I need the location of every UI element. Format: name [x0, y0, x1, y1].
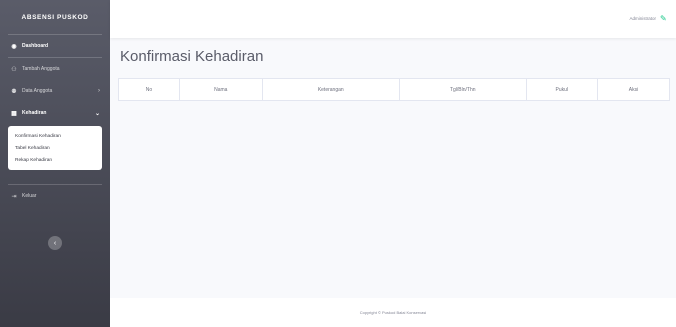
- chevron-down-icon: ⌄: [94, 110, 100, 117]
- footer-copyright: Copyright © Puskod Balai Konservasi: [359, 310, 427, 315]
- chevron-right-icon: ›: [98, 88, 100, 94]
- kehadiran-submenu: Konfirmasi Kehadiran Tabel Kehadiran Rek…: [8, 126, 102, 170]
- user-avatar-icon: ✎: [660, 14, 667, 23]
- user-name: Administrator: [629, 16, 656, 21]
- sidebar-item-label: Data Anggota: [22, 88, 53, 94]
- sidebar-item-label: Keluar: [22, 193, 37, 199]
- sidebar-item-kehadiran[interactable]: ▦ Kehadiran ⌄: [0, 102, 110, 124]
- sidebar-item-label: Tambah Anggota: [22, 66, 60, 72]
- footer: Copyright © Puskod Balai Konservasi: [110, 298, 676, 327]
- table-header-row: No Nama Keterangan Tgl/Bln/Thn Pukul Aks…: [119, 79, 669, 100]
- table-icon: ▦: [11, 110, 17, 117]
- column-header-nama[interactable]: Nama: [179, 79, 263, 100]
- sidebar-item-keluar[interactable]: ⇥ Keluar: [0, 185, 110, 207]
- sidebar-item-dashboard[interactable]: ◉ Dashboard: [0, 35, 110, 57]
- sidebar-item-tambah-anggota[interactable]: ⚇ Tambah Anggota: [0, 58, 110, 80]
- sidebar-item-data-anggota[interactable]: ⚉ Data Anggota ›: [0, 80, 110, 102]
- attendance-table: No Nama Keterangan Tgl/Bln/Thn Pukul Aks…: [118, 78, 670, 101]
- submenu-item-tabel[interactable]: Tabel Kehadiran: [8, 143, 102, 155]
- user-menu[interactable]: Administrator ✎: [629, 14, 668, 23]
- user-plus-icon: ⚇: [11, 66, 17, 73]
- page-title: Konfirmasi Kehadiran: [120, 48, 264, 65]
- sidebar: ABSENSI PUSKOD ◉ Dashboard ⚇ Tambah Angg…: [0, 0, 110, 327]
- sign-out-icon: ⇥: [11, 193, 17, 200]
- column-header-no[interactable]: No: [119, 79, 180, 100]
- column-header-aksi[interactable]: Aksi: [598, 79, 670, 100]
- users-icon: ⚉: [11, 88, 17, 95]
- column-header-keterangan[interactable]: Keterangan: [262, 79, 400, 100]
- chevron-left-icon: ‹: [53, 239, 57, 247]
- topbar: Administrator ✎: [110, 0, 676, 38]
- sidebar-item-label: Kehadiran: [22, 110, 47, 116]
- tachometer-icon: ◉: [11, 43, 17, 50]
- submenu-item-rekap[interactable]: Rekap Kehadiran: [8, 155, 102, 167]
- sidebar-toggle-button[interactable]: ‹: [48, 236, 62, 250]
- column-header-pukul[interactable]: Pukul: [526, 79, 598, 100]
- submenu-item-konfirmasi[interactable]: Konfirmasi Kehadiran: [8, 131, 102, 143]
- brand-title[interactable]: ABSENSI PUSKOD: [0, 0, 110, 34]
- sidebar-item-label: Dashboard: [22, 43, 49, 49]
- column-header-tanggal[interactable]: Tgl/Bln/Thn: [399, 79, 527, 100]
